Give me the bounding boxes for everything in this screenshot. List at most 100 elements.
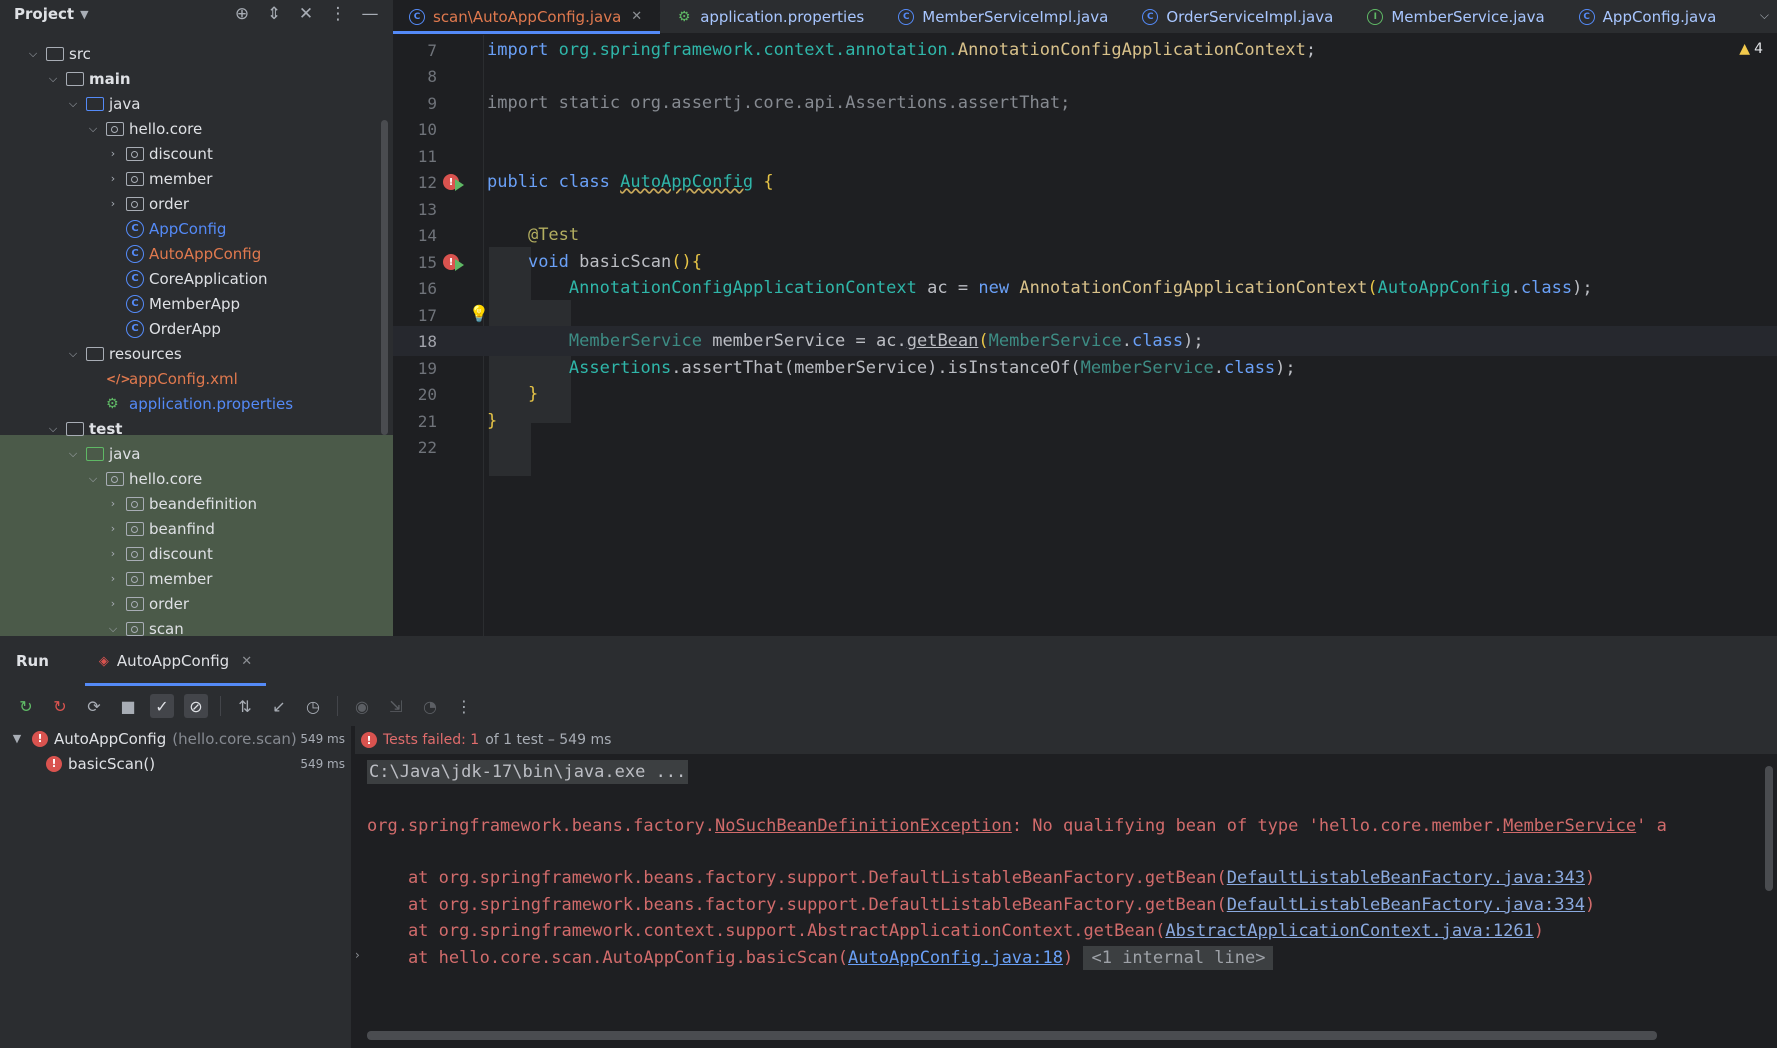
line-number: 17 <box>417 305 437 325</box>
tree-item[interactable]: › member <box>0 166 381 191</box>
show-passed-icon[interactable]: ✓ <box>150 694 174 718</box>
tree-item[interactable]: ⌵ resources <box>0 341 381 366</box>
folder-icon <box>86 96 104 111</box>
chevron-down-icon[interactable]: ▼ <box>10 732 24 745</box>
tree-item[interactable]: C MemberApp <box>0 291 381 316</box>
chevron-down-icon[interactable]: ⌵ <box>46 422 60 436</box>
test-suite-row[interactable]: ▼ ! AutoAppConfig (hello.core.scan) 549 … <box>0 726 351 751</box>
tree-item[interactable]: ⌵ java <box>0 441 381 466</box>
run-gutter-icon[interactable] <box>455 259 464 271</box>
tree-item[interactable]: ⚙ application.properties <box>0 391 381 416</box>
import-icon[interactable]: ⇲ <box>384 694 408 718</box>
rerun-icon[interactable]: ↻ <box>14 694 38 718</box>
editor-tab[interactable]: C MemberServiceImpl.java <box>882 0 1126 33</box>
stop-icon[interactable]: ■ <box>116 694 140 718</box>
chevron-right-icon[interactable]: › <box>106 172 120 185</box>
tree-item[interactable]: ⌵ test <box>0 416 381 441</box>
source-link[interactable]: AbstractApplicationContext.java:1261 <box>1165 921 1533 941</box>
tree-item[interactable]: › member <box>0 566 381 591</box>
collapse-icon[interactable]: ↙ <box>267 694 291 718</box>
editor-tab[interactable]: ⚙ application.properties <box>660 0 882 33</box>
source-link[interactable]: AutoAppConfig.java:18 <box>848 948 1063 968</box>
internal-lines-fold[interactable]: <1 internal line> <box>1083 946 1274 970</box>
tree-item-label: member <box>149 169 213 188</box>
run-tab-autoappconfig[interactable]: ◈ AutoAppConfig ✕ <box>84 636 267 686</box>
console-vertical-scrollbar[interactable] <box>1765 766 1773 891</box>
tree-item[interactable]: › discount <box>0 141 381 166</box>
tree-item[interactable]: C AutoAppConfig <box>0 241 381 266</box>
project-tree-scrollbar[interactable] <box>381 120 388 435</box>
code-line: 10 <box>393 114 1777 144</box>
expand-all-icon[interactable]: ⇕ <box>265 4 283 24</box>
chevron-down-icon[interactable]: ⌵ <box>26 47 40 61</box>
chevron-right-icon[interactable]: › <box>355 948 360 962</box>
tree-item[interactable]: ⌵ hello.core <box>0 116 381 141</box>
tree-item[interactable]: › beanfind <box>0 516 381 541</box>
source-link[interactable]: DefaultListableBeanFactory.java:334 <box>1227 895 1585 915</box>
rerun-failed-icon[interactable]: ↻ <box>48 694 72 718</box>
type-link[interactable]: MemberService <box>1503 816 1636 836</box>
chevron-down-icon[interactable]: ⌵ <box>86 472 100 486</box>
editor-tab[interactable]: C AppConfig.java <box>1563 0 1735 33</box>
project-title[interactable]: Project <box>14 5 74 23</box>
history-icon[interactable]: ◷ <box>301 694 325 718</box>
collapse-all-icon[interactable]: ✕ <box>297 4 315 24</box>
close-icon[interactable]: ✕ <box>631 9 642 24</box>
more-options-icon[interactable]: ⋮ <box>452 694 476 718</box>
chevron-right-icon[interactable]: › <box>106 522 120 535</box>
chevron-right-icon[interactable]: › <box>106 547 120 560</box>
console-text: at hello.core.scan.AutoAppConfig.basicSc… <box>367 948 849 968</box>
console-output[interactable]: ! Tests failed: 1 of 1 test – 549 ms C:\… <box>351 726 1777 1048</box>
editor-tab[interactable]: I MemberService.java <box>1351 0 1562 33</box>
tree-item[interactable]: › order <box>0 591 381 616</box>
console-horizontal-scrollbar[interactable] <box>367 1031 1657 1040</box>
coverage-icon[interactable]: ◔ <box>418 694 442 718</box>
run-gutter-icon[interactable] <box>455 179 464 191</box>
minimize-icon[interactable]: — <box>361 4 379 24</box>
code-token: AutoAppConfig <box>620 172 754 192</box>
toggle-auto-test-icon[interactable]: ⟳ <box>82 694 106 718</box>
tree-item[interactable]: </> appConfig.xml <box>0 366 381 391</box>
camera-icon[interactable]: ◉ <box>350 694 374 718</box>
code-editor[interactable]: ▲ 4 7 import org.springframework.context… <box>393 35 1777 636</box>
tree-item-label: member <box>149 569 213 588</box>
tree-item[interactable]: C OrderApp <box>0 316 381 341</box>
locate-icon[interactable]: ⊕ <box>233 4 251 24</box>
tree-item[interactable]: ⌵ hello.core <box>0 466 381 491</box>
chevron-right-icon[interactable]: › <box>106 572 120 585</box>
code-line: 20 } <box>393 379 1777 409</box>
tree-item[interactable]: ⌵ scan <box>0 616 381 637</box>
sort-icon[interactable]: ⇅ <box>233 694 257 718</box>
folder-icon <box>66 71 84 86</box>
test-case-row[interactable]: ! basicScan() 549 ms <box>0 751 351 776</box>
chevron-down-icon[interactable]: ⌵ <box>66 97 80 111</box>
chevron-right-icon[interactable]: › <box>106 197 120 210</box>
tree-item[interactable]: › order <box>0 191 381 216</box>
tree-item[interactable]: ⌵ java <box>0 91 381 116</box>
tree-item[interactable]: ⌵ main <box>0 66 381 91</box>
editor-tab[interactable]: Cscan\AutoAppConfig.java ✕ <box>393 0 661 34</box>
tree-item[interactable]: C AppConfig <box>0 216 381 241</box>
chevron-right-icon[interactable]: › <box>106 147 120 160</box>
tree-item[interactable]: › discount <box>0 541 381 566</box>
chevron-down-icon[interactable]: ⌵ <box>86 122 100 136</box>
tree-item[interactable]: ⌵ src <box>0 41 381 66</box>
show-ignored-icon[interactable]: ⊘ <box>184 694 208 718</box>
chevron-down-icon[interactable]: ⌵ <box>66 447 80 461</box>
chevron-down-icon[interactable]: ⌵ <box>66 347 80 361</box>
chevron-right-icon[interactable]: › <box>106 497 120 510</box>
lightbulb-icon[interactable]: 💡 <box>469 304 489 323</box>
editor-tab[interactable]: C OrderServiceImpl.java <box>1126 0 1351 33</box>
exception-class-link[interactable]: NoSuchBeanDefinitionException <box>715 816 1012 836</box>
source-link[interactable]: DefaultListableBeanFactory.java:343 <box>1227 868 1585 888</box>
tabs-overflow-icon[interactable]: ⌵ <box>1760 8 1769 23</box>
tree-item[interactable]: C CoreApplication <box>0 266 381 291</box>
chevron-down-icon[interactable]: ▼ <box>80 8 88 21</box>
chevron-down-icon[interactable]: ⌵ <box>46 72 60 86</box>
more-options-icon[interactable]: ⋮ <box>329 4 347 24</box>
xml-file-icon: </> <box>106 371 131 386</box>
chevron-down-icon[interactable]: ⌵ <box>106 622 120 636</box>
chevron-right-icon[interactable]: › <box>106 597 120 610</box>
close-icon[interactable]: ✕ <box>241 654 252 669</box>
tree-item[interactable]: › beandefinition <box>0 491 381 516</box>
